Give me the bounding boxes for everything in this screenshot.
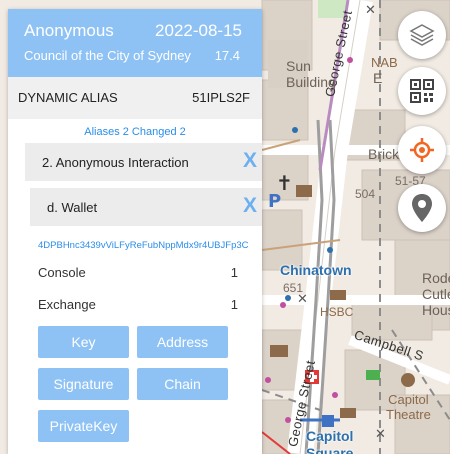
map-place-sun-building: Sun Building bbox=[286, 58, 336, 90]
qr-code-button[interactable] bbox=[398, 67, 446, 115]
stat-value: 1 bbox=[230, 297, 238, 312]
dynamic-alias-label: DYNAMIC ALIAS bbox=[18, 90, 118, 105]
map-place-chinatown: Chinatown bbox=[280, 262, 352, 278]
svg-text:✕: ✕ bbox=[375, 427, 386, 442]
dynamic-alias-bar: DYNAMIC ALIAS 51IPLS2F bbox=[8, 77, 262, 119]
map-number-651: 651 bbox=[283, 281, 304, 295]
locate-button[interactable] bbox=[398, 126, 446, 174]
stat-row-exchange: Exchange 1 bbox=[38, 297, 238, 312]
locate-icon bbox=[410, 138, 434, 162]
layers-button[interactable] bbox=[398, 11, 446, 59]
map-place-hsbc: HSBC bbox=[320, 305, 354, 319]
identity-name: Anonymous bbox=[24, 21, 114, 40]
svg-text:✝: ✝ bbox=[276, 171, 293, 195]
aliases-link[interactable]: Aliases 2 Changed 2 bbox=[8, 126, 262, 142]
layers-icon bbox=[409, 24, 435, 46]
dynamic-alias-value: 51IPLS2F bbox=[192, 90, 250, 105]
chip-label: d. Wallet bbox=[47, 200, 98, 215]
chain-button[interactable]: Chain bbox=[137, 368, 228, 400]
chip-remove-button[interactable]: X bbox=[243, 194, 257, 218]
map-place-capitol-theatre: Capitol Theatre bbox=[386, 392, 431, 422]
stat-row-console: Console 1 bbox=[38, 265, 238, 280]
key-button[interactable]: Key bbox=[38, 326, 129, 358]
map-place-nab: NAB bbox=[371, 55, 398, 70]
stat-value: 1 bbox=[230, 265, 238, 280]
council-number: 17.4 bbox=[214, 48, 240, 63]
map-number-504: 504 bbox=[355, 187, 376, 201]
identity-panel: Anonymous 2022-08-15 Council of the City… bbox=[8, 9, 262, 454]
stat-label: Exchange bbox=[38, 297, 96, 312]
svg-text:✕: ✕ bbox=[365, 3, 376, 18]
address-button[interactable]: Address bbox=[137, 326, 228, 358]
chip-label: 2. Anonymous Interaction bbox=[42, 155, 189, 170]
qr-code-icon bbox=[410, 79, 434, 103]
private-key-button[interactable]: PrivateKey bbox=[38, 410, 129, 442]
stat-label: Console bbox=[38, 265, 86, 280]
chip-remove-button[interactable]: X bbox=[243, 149, 257, 173]
signature-button[interactable]: Signature bbox=[38, 368, 129, 400]
panel-header: Anonymous 2022-08-15 Council of the City… bbox=[8, 9, 262, 77]
chip-anonymous-interaction[interactable]: 2. Anonymous Interaction X bbox=[25, 143, 262, 181]
identity-date: 2022-08-15 bbox=[155, 21, 242, 40]
map-pin-icon bbox=[412, 194, 432, 222]
map-place-e: E bbox=[373, 70, 383, 86]
council-name: Council of the City of Sydney bbox=[24, 48, 191, 63]
map-place-capitol-square: Capitol Square bbox=[306, 428, 354, 454]
map-place-rode: Rode Cutle Hous bbox=[422, 270, 450, 318]
map-pin-button[interactable] bbox=[398, 184, 446, 232]
chip-wallet[interactable]: d. Wallet X bbox=[30, 188, 262, 226]
wallet-address[interactable]: 4DPBHnc3439vViLFyReFubNppMdx9r4UBJFp3C bbox=[38, 240, 249, 251]
